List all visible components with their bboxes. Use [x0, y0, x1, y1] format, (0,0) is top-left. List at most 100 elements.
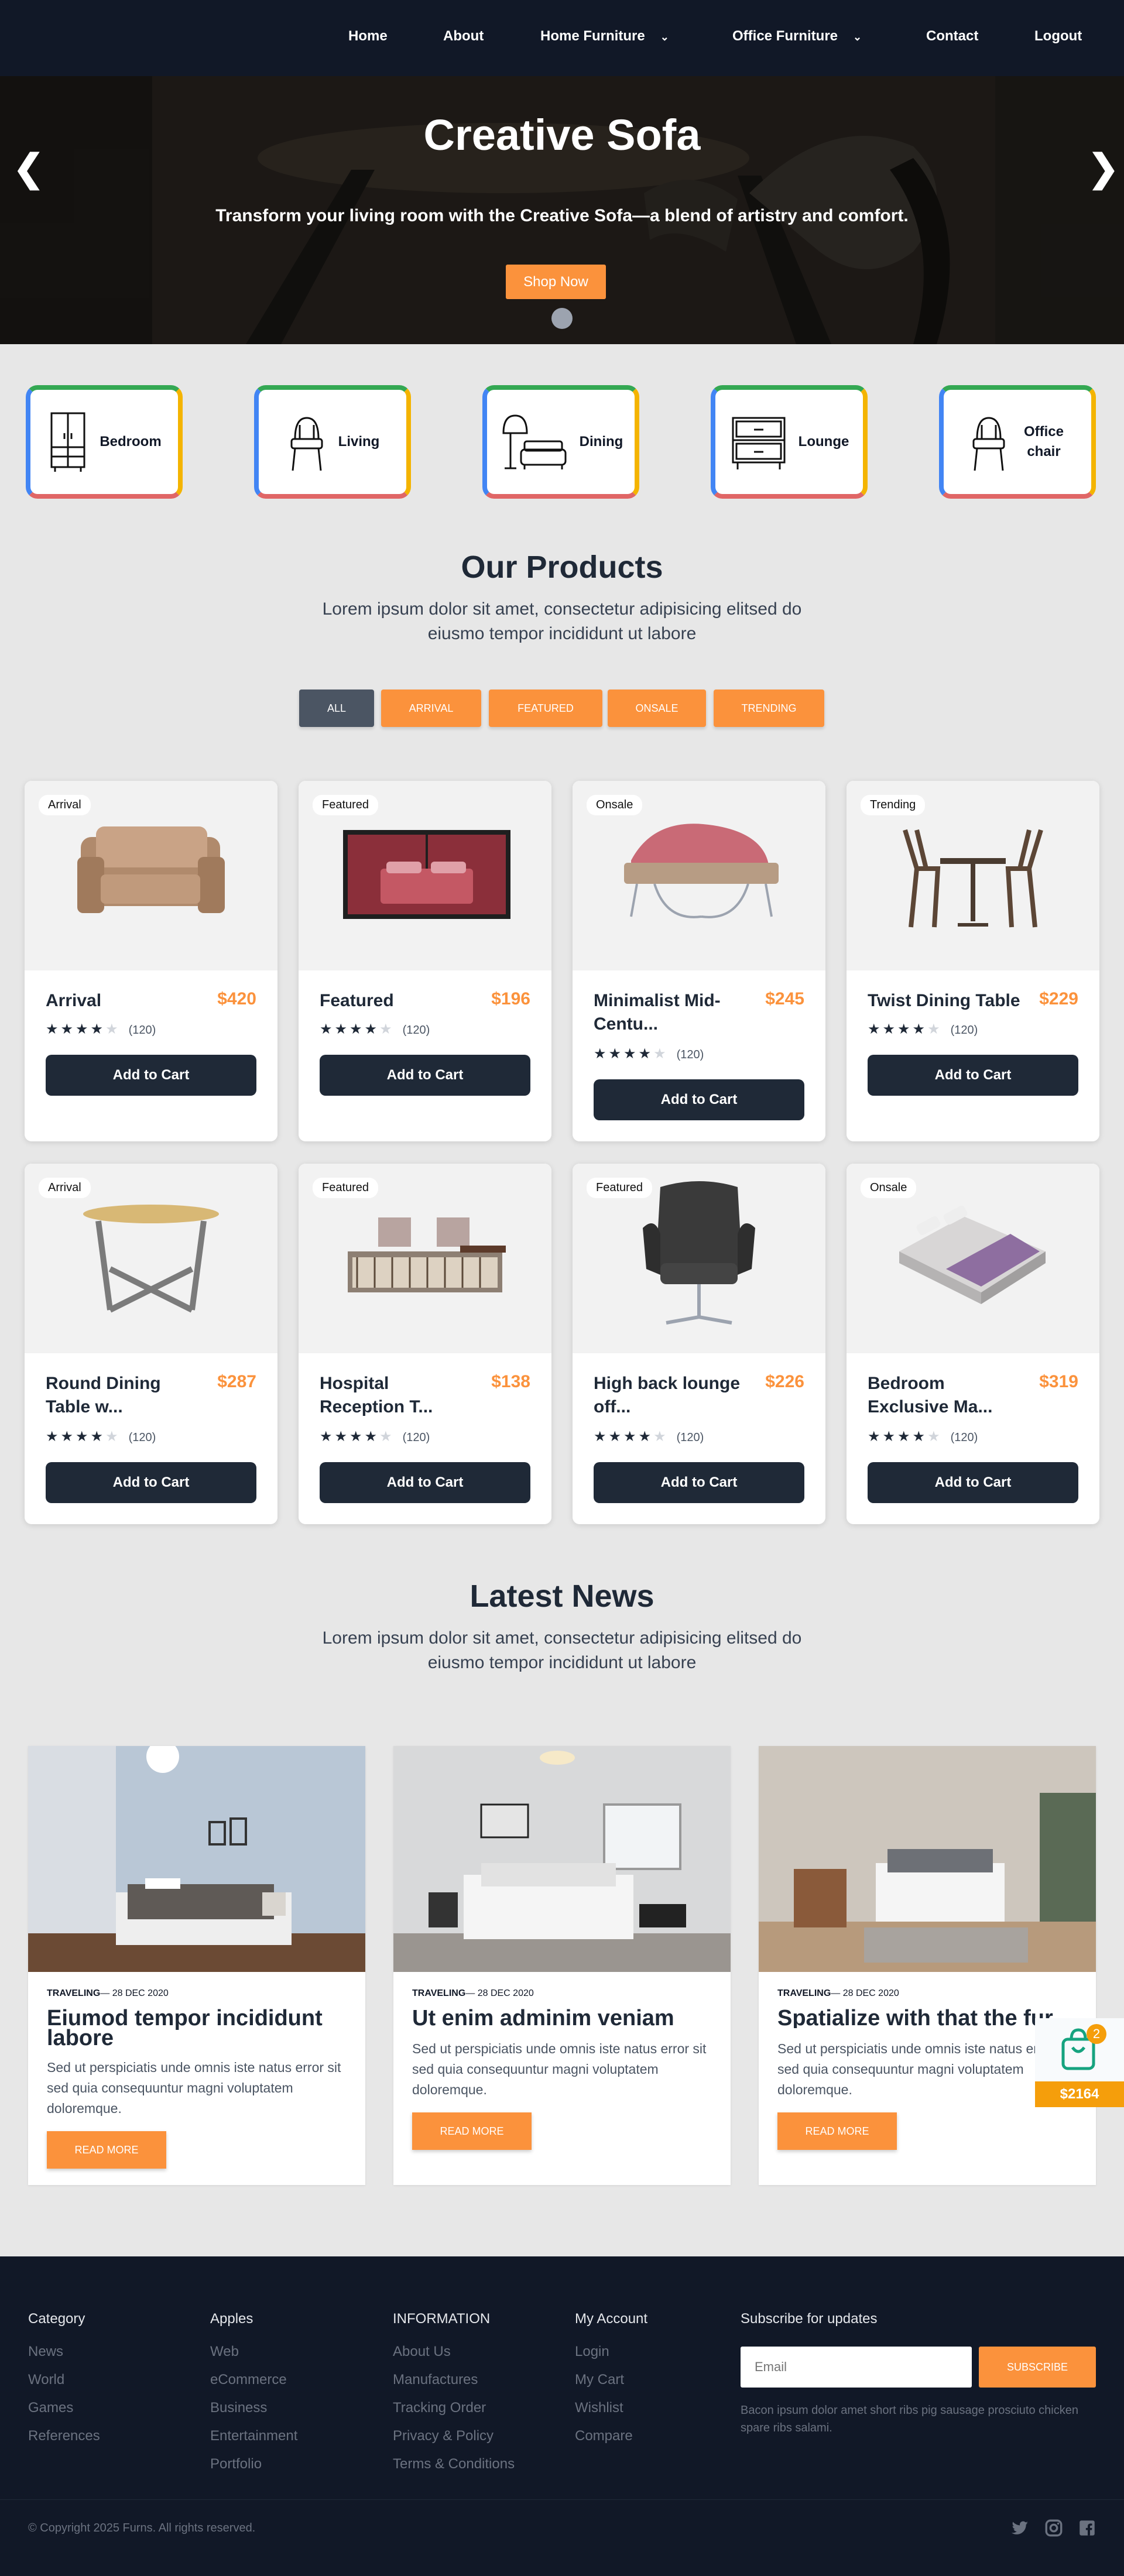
instagram-icon[interactable] [1044, 2518, 1064, 2538]
add-to-cart-button[interactable]: Add to Cart [594, 1462, 804, 1503]
chevron-down-icon: ⌄ [660, 31, 669, 43]
nav-logout[interactable]: Logout [1034, 28, 1082, 44]
cart-icon-box: 2 [1035, 2018, 1124, 2081]
footer-link[interactable]: Games [28, 2394, 100, 2422]
floating-cart[interactable]: 2 $2164 [1035, 2018, 1124, 2107]
news-title[interactable]: Ut enim adminim veniam [412, 2007, 722, 2029]
news-card[interactable]: TRAVELING— 28 DEC 2020 Eiumod tempor inc… [28, 1746, 365, 2185]
footer-link[interactable]: News [28, 2338, 100, 2366]
footer-link[interactable]: Manufactures [393, 2366, 515, 2394]
filter-trending[interactable]: TRENDING [714, 690, 824, 727]
product-price: $138 [491, 1372, 530, 1391]
product-card[interactable]: Featured High back lounge off... $226 ★★… [573, 1164, 825, 1524]
review-count: (120) [402, 1024, 430, 1037]
product-card[interactable]: Trending Twist Dining Table $229 ★★★★★ (1… [847, 781, 1099, 1141]
product-name[interactable]: Hospital Reception T... [320, 1372, 478, 1419]
read-more-button[interactable]: READ MORE [777, 2112, 897, 2150]
news-title[interactable]: Spatialize with that the fur [777, 2008, 1076, 2028]
footer-link[interactable]: Tracking Order [393, 2394, 515, 2422]
product-name[interactable]: High back lounge off... [594, 1372, 752, 1419]
category-dining[interactable]: Dining [482, 385, 639, 499]
nav-office-furniture-label: Office Furniture [732, 28, 838, 44]
footer-link[interactable]: Terms & Conditions [393, 2450, 515, 2478]
product-name[interactable]: Arrival [46, 989, 204, 1013]
review-count: (120) [676, 1048, 704, 1061]
footer-link[interactable]: World [28, 2366, 100, 2394]
filter-onsale[interactable]: ONSALE [608, 690, 706, 727]
nav-home[interactable]: Home [348, 28, 388, 44]
product-badge: Onsale [861, 1178, 917, 1198]
add-to-cart-button[interactable]: Add to Cart [868, 1055, 1078, 1096]
footer-link[interactable]: About Us [393, 2338, 515, 2366]
product-name[interactable]: Round Dining Table w... [46, 1372, 204, 1419]
drawer-cabinet-icon [732, 417, 786, 469]
news-date: — 28 DEC 2020 [465, 1988, 534, 1998]
news-title[interactable]: Eiumod tempor incididunt labore [47, 2007, 357, 2049]
filter-arrival[interactable]: ARRIVAL [381, 690, 481, 727]
footer-link[interactable]: Business [210, 2394, 297, 2422]
product-card[interactable]: Arrival Round Dining Table w... $287 ★★★… [25, 1164, 277, 1524]
nav-office-furniture[interactable]: Office Furniture ⌄ [732, 28, 862, 44]
add-to-cart-button[interactable]: Add to Cart [46, 1055, 256, 1096]
footer-link[interactable]: Compare [575, 2422, 647, 2450]
email-input[interactable] [741, 2347, 972, 2388]
news-section-description: Lorem ipsum dolor sit amet, consectetur … [322, 1628, 802, 1672]
chevron-down-icon: ⌄ [853, 31, 862, 43]
cart-total: $2164 [1035, 2081, 1124, 2107]
review-count: (120) [676, 1431, 704, 1444]
product-name[interactable]: Featured [320, 989, 478, 1013]
footer-link[interactable]: Login [575, 2338, 647, 2366]
subscribe-button[interactable]: SUBSCRIBE [979, 2347, 1096, 2388]
news-card[interactable]: TRAVELING— 28 DEC 2020 Spatialize with t… [759, 1746, 1096, 2185]
product-badge: Arrival [39, 795, 91, 815]
product-name[interactable]: Bedroom Exclusive Ma... [868, 1372, 1026, 1419]
product-price: $226 [765, 1372, 804, 1391]
product-card[interactable]: Onsale Bedroom Exclusive Ma... $319 ★★★★… [847, 1164, 1099, 1524]
copyright-text: © Copyright 2025 Furns. All rights reser… [28, 2522, 256, 2534]
add-to-cart-button[interactable]: Add to Cart [594, 1079, 804, 1120]
twitter-icon[interactable] [1010, 2518, 1030, 2538]
add-to-cart-button[interactable]: Add to Cart [46, 1462, 256, 1503]
star-rating: ★★★★★ (120) [46, 1429, 156, 1445]
nav-about[interactable]: About [443, 28, 484, 44]
product-name[interactable]: Minimalist Mid-Centu... [594, 989, 752, 1036]
read-more-button[interactable]: READ MORE [412, 2112, 532, 2150]
product-card[interactable]: Featured Hospital Reception T... $138 ★★… [299, 1164, 551, 1524]
add-to-cart-button[interactable]: Add to Cart [320, 1462, 530, 1503]
nav-home-furniture[interactable]: Home Furniture ⌄ [540, 28, 669, 44]
footer-link[interactable]: Entertainment [210, 2422, 297, 2450]
product-badge: Featured [313, 795, 379, 815]
add-to-cart-button[interactable]: Add to Cart [320, 1055, 530, 1096]
product-card[interactable]: Featured Featured $196 ★★★★★ (120) Add to… [299, 781, 551, 1141]
read-more-button[interactable]: READ MORE [47, 2131, 166, 2169]
footer-link[interactable]: References [28, 2422, 100, 2450]
slider-dot[interactable] [551, 308, 573, 329]
footer-link[interactable]: Portfolio [210, 2450, 297, 2478]
category-office-chair[interactable]: Office chair [939, 385, 1096, 499]
product-badge: Featured [313, 1178, 379, 1198]
footer-link[interactable]: Wishlist [575, 2394, 647, 2422]
category-label: Dining [579, 434, 623, 450]
filter-featured[interactable]: FEATURED [489, 690, 602, 727]
footer-link[interactable]: Privacy & Policy [393, 2422, 515, 2450]
news-card[interactable]: TRAVELING— 28 DEC 2020 Ut enim adminim v… [393, 1746, 731, 2185]
star-rating: ★★★★★ (120) [868, 1021, 978, 1037]
news-image [759, 1746, 1096, 1972]
news-meta: TRAVELING— 28 DEC 2020 [47, 1988, 169, 1999]
footer-link[interactable]: eCommerce [210, 2366, 297, 2394]
facebook-icon[interactable] [1077, 2518, 1097, 2538]
filter-all[interactable]: ALL [299, 690, 374, 727]
product-name[interactable]: Twist Dining Table [868, 989, 1043, 1013]
product-card[interactable]: Arrival Arrival $420 ★★★★★ (120) Add to C… [25, 781, 277, 1141]
footer-link[interactable]: My Cart [575, 2366, 647, 2394]
nav-contact[interactable]: Contact [926, 28, 978, 44]
product-card[interactable]: Onsale Minimalist Mid-Centu... $245 ★★★★… [573, 781, 825, 1141]
add-to-cart-button[interactable]: Add to Cart [868, 1462, 1078, 1503]
category-lounge[interactable]: Lounge [711, 385, 868, 499]
footer-link[interactable]: Web [210, 2338, 297, 2366]
category-living[interactable]: Living [254, 385, 411, 499]
news-excerpt: Sed ut perspiciatis unde omnis iste natu… [47, 2060, 341, 2116]
news-date: — 28 DEC 2020 [100, 1988, 169, 1998]
shop-now-button[interactable]: Shop Now [506, 265, 606, 299]
category-bedroom[interactable]: Bedroom [26, 385, 183, 499]
